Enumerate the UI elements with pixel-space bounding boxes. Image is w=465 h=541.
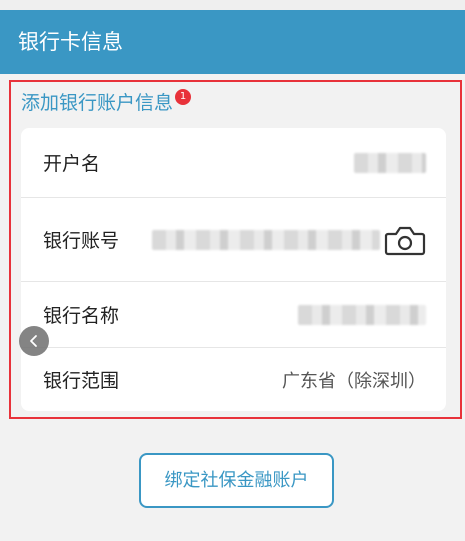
- notification-badge: 1: [175, 89, 192, 105]
- bank-info-card: 开户名 银行账号 银行名称 银行范围 广东省（除深圳）: [21, 128, 446, 411]
- section-title: 添加银行账户信息 1: [21, 89, 192, 115]
- account-name-label: 开户名: [43, 153, 101, 175]
- account-number-label: 银行账号: [43, 230, 120, 252]
- back-button[interactable]: [19, 326, 49, 356]
- bind-account-button[interactable]: 绑定社保金融账户: [139, 453, 334, 508]
- bank-range-value: 广东省（除深圳）: [282, 370, 426, 392]
- page-header: 银行卡信息: [0, 10, 465, 74]
- account-name-row[interactable]: 开户名: [21, 128, 446, 198]
- account-name-value-redacted: [354, 152, 426, 173]
- page-title: 银行卡信息: [18, 30, 123, 54]
- account-number-value-redacted[interactable]: [152, 229, 380, 250]
- chevron-left-icon: [30, 335, 37, 347]
- bank-name-row[interactable]: 银行名称: [21, 282, 446, 348]
- bank-name-label: 银行名称: [43, 305, 120, 327]
- bank-range-row[interactable]: 银行范围 广东省（除深圳）: [21, 348, 446, 411]
- bank-range-label: 银行范围: [43, 370, 120, 392]
- status-strip: [0, 0, 465, 10]
- account-number-row[interactable]: 银行账号: [21, 198, 446, 282]
- bank-name-value-redacted: [298, 304, 426, 325]
- section-title-text: 添加银行账户信息: [21, 92, 174, 114]
- camera-icon[interactable]: [384, 222, 426, 258]
- bank-info-section: 添加银行账户信息 1 开户名 银行账号 银行名称 银行范围 广东省（除深圳）: [9, 80, 462, 419]
